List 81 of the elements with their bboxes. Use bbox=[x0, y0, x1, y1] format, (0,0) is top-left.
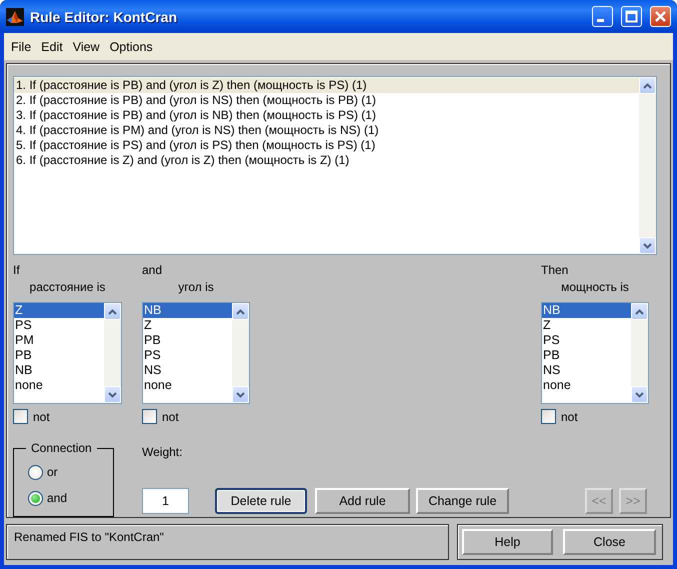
checkbox[interactable] bbox=[541, 409, 556, 424]
column-heading: Then bbox=[541, 262, 570, 278]
list-item[interactable]: PS bbox=[14, 318, 104, 333]
column-heading: and bbox=[142, 262, 164, 278]
rule-row[interactable]: 4. If (расстояние is PM) and (угол is NS) then (мощность is NS) (1) bbox=[14, 123, 639, 138]
chevron-up-icon bbox=[635, 308, 644, 314]
list-item[interactable]: NB bbox=[542, 303, 631, 318]
column-heading: If bbox=[13, 262, 21, 278]
group-title: Connection bbox=[26, 441, 97, 455]
radio-label: and bbox=[47, 491, 68, 505]
minimize-icon bbox=[597, 19, 604, 22]
variable-label: угол is bbox=[177, 279, 215, 296]
chevron-down-icon bbox=[236, 392, 245, 398]
scroll-up-button[interactable] bbox=[104, 303, 121, 320]
radio-button[interactable] bbox=[28, 490, 43, 506]
list-item[interactable]: PM bbox=[14, 333, 104, 348]
menu-item[interactable]: Options bbox=[104, 40, 158, 54]
chevron-down-icon bbox=[643, 242, 652, 248]
list-item[interactable]: none bbox=[143, 378, 232, 393]
checkbox[interactable] bbox=[142, 409, 157, 424]
listbox[interactable]: NB Z PB PS NS none bbox=[142, 302, 250, 404]
rule-row[interactable]: 6. If (расстояние is Z) and (угол is Z) then (мощность is Z) (1) bbox=[14, 153, 639, 168]
scroll-down-button[interactable] bbox=[639, 237, 656, 254]
list-item[interactable]: PS bbox=[542, 333, 631, 348]
list-item[interactable]: Z bbox=[143, 318, 232, 333]
variable-label: мощность is bbox=[560, 279, 630, 296]
scroll-down-button[interactable] bbox=[631, 386, 648, 403]
list-item[interactable]: PS bbox=[143, 348, 232, 363]
list-item[interactable]: NB bbox=[14, 363, 104, 378]
list-item[interactable]: none bbox=[14, 378, 104, 393]
rule-row[interactable]: 5. If (расстояние is PS) and (угол is PS) then (мощность is PS) (1) bbox=[14, 138, 639, 153]
action-button[interactable]: Add rule bbox=[315, 488, 410, 514]
status-message: Renamed FIS to "KontCran" bbox=[6, 524, 449, 560]
checkbox-label: not bbox=[33, 410, 50, 424]
menu-item[interactable]: View bbox=[68, 40, 105, 54]
chevron-up-icon bbox=[108, 308, 117, 314]
minimize-button[interactable] bbox=[592, 6, 613, 27]
rule-row[interactable]: 1. If (расстояние is PB) and (угол is Z) then (мощность is PS) (1) bbox=[14, 78, 639, 93]
window-title: Rule Editor: KontCran bbox=[30, 8, 178, 24]
menu-item[interactable]: File bbox=[6, 40, 36, 54]
list-item[interactable]: PB bbox=[542, 348, 631, 363]
close-dialog-button[interactable]: Close bbox=[563, 529, 656, 555]
list-item[interactable]: Z bbox=[542, 318, 631, 333]
weight-field[interactable]: 1 bbox=[142, 488, 189, 514]
list-item[interactable]: NS bbox=[542, 363, 631, 378]
maximize-button[interactable] bbox=[621, 6, 642, 27]
menu-item[interactable]: Edit bbox=[36, 40, 68, 54]
action-button[interactable]: Delete rule bbox=[215, 488, 307, 514]
list-item[interactable]: PB bbox=[14, 348, 104, 363]
scroll-up-button[interactable] bbox=[639, 77, 656, 94]
listbox[interactable]: NB Z PS PB NS none bbox=[541, 302, 649, 404]
weight-label: Weight: bbox=[142, 444, 184, 460]
listbox[interactable]: Z PS PM PB NB none bbox=[13, 302, 122, 404]
checkbox-label: not bbox=[561, 410, 578, 424]
radio-label: or bbox=[47, 465, 58, 479]
rule-row[interactable]: 2. If (расстояние is PB) and (угол is NS) then (мощность is PB) (1) bbox=[14, 93, 639, 108]
list-item[interactable]: NS bbox=[143, 363, 232, 378]
list-item[interactable]: none bbox=[542, 378, 631, 393]
list-item[interactable]: NB bbox=[143, 303, 232, 318]
rule-row[interactable]: 3. If (расстояние is PB) and (угол is NB) then (мощность is PS) (1) bbox=[14, 108, 639, 123]
list-item[interactable]: Z bbox=[14, 303, 104, 318]
maximize-icon bbox=[625, 10, 638, 23]
close-button[interactable] bbox=[650, 6, 671, 27]
chevron-down-icon bbox=[635, 392, 644, 398]
rules-list[interactable] bbox=[13, 76, 657, 255]
radio-button[interactable] bbox=[28, 464, 43, 480]
help-button[interactable]: Help bbox=[462, 529, 553, 555]
chevron-up-icon bbox=[236, 308, 245, 314]
checkbox[interactable] bbox=[13, 409, 28, 424]
action-button[interactable]: Change rule bbox=[416, 488, 509, 514]
close-icon bbox=[654, 10, 667, 23]
list-item[interactable]: PB bbox=[143, 333, 232, 348]
scroll-down-button[interactable] bbox=[104, 386, 121, 403]
checkbox-label: not bbox=[162, 410, 179, 424]
variable-label: расстояние is bbox=[28, 279, 106, 296]
scroll-up-button[interactable] bbox=[232, 303, 249, 320]
surface-peak-icon bbox=[6, 8, 24, 26]
chevron-up-icon bbox=[643, 82, 652, 88]
chevron-down-icon bbox=[108, 392, 117, 398]
scroll-up-button[interactable] bbox=[631, 303, 648, 320]
scroll-down-button[interactable] bbox=[232, 386, 249, 403]
